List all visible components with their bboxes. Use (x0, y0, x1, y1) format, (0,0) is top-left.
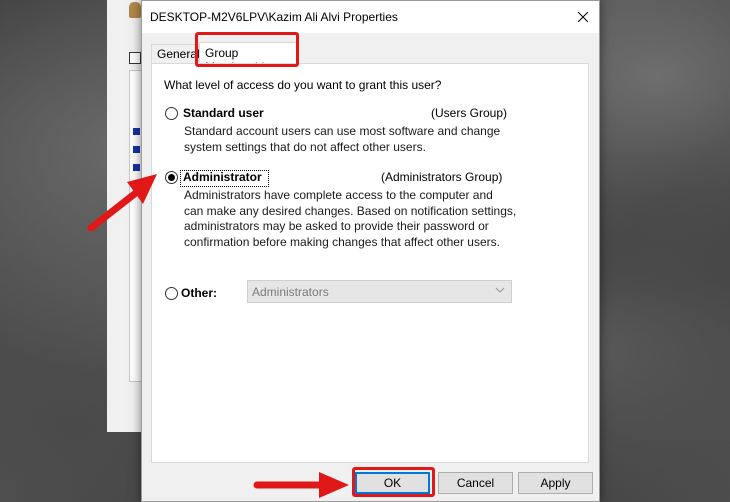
title-bar: DESKTOP-M2V6LPV\Kazim Ali Alvi Propertie… (142, 1, 599, 33)
window-title: DESKTOP-M2V6LPV\Kazim Ali Alvi Propertie… (150, 10, 398, 24)
other-group-select-value: Administrators (252, 285, 329, 299)
properties-dialog: DESKTOP-M2V6LPV\Kazim Ali Alvi Propertie… (141, 0, 600, 502)
administrator-radio[interactable] (165, 171, 178, 184)
administrator-group: (Administrators Group) (381, 170, 503, 184)
cancel-button[interactable]: Cancel (438, 472, 513, 494)
access-question: What level of access do you want to gran… (164, 78, 442, 92)
ok-highlight-box (352, 467, 435, 497)
administrator-description: Administrators have complete access to t… (184, 188, 517, 249)
chevron-down-icon (495, 287, 505, 293)
other-label[interactable]: Other: (181, 286, 217, 300)
group-membership-panel: What level of access do you want to gran… (151, 63, 589, 463)
background-checkbox (129, 52, 141, 64)
apply-button[interactable]: Apply (518, 472, 593, 494)
background-list-marker (133, 128, 140, 135)
close-icon (578, 12, 588, 22)
standard-user-description: Standard account users can use most soft… (184, 124, 501, 154)
standard-user-label[interactable]: Standard user (183, 106, 264, 120)
standard-user-group: (Users Group) (431, 106, 508, 120)
arrow-to-ok-icon (253, 472, 349, 498)
close-button[interactable] (567, 1, 599, 33)
tab-highlight-box (195, 32, 299, 67)
tab-general[interactable]: General (151, 44, 200, 63)
other-group-select[interactable]: Administrators (247, 280, 512, 303)
standard-user-radio[interactable] (165, 107, 178, 120)
other-radio[interactable] (165, 287, 178, 300)
background-list-marker (133, 146, 140, 153)
arrow-to-administrator-icon (87, 174, 157, 232)
administrator-label[interactable]: Administrator (183, 170, 262, 184)
user-icon (129, 2, 141, 18)
